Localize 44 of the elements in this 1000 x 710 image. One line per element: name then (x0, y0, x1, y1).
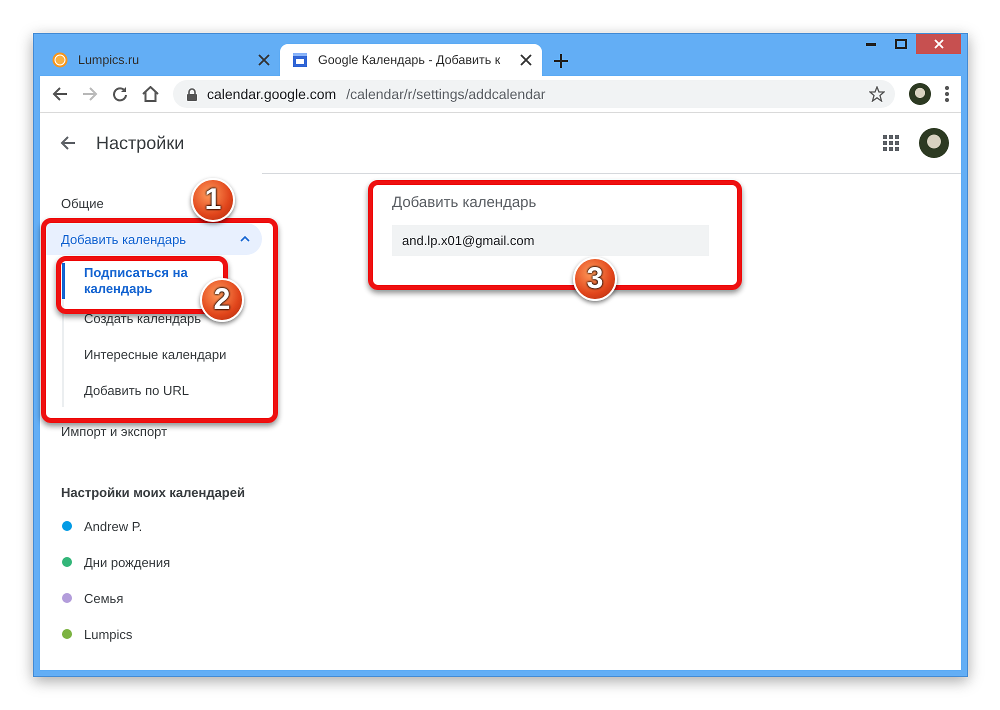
calendar-item[interactable]: Семья (46, 582, 262, 614)
browser-tab[interactable]: Lumpics.ru (40, 44, 280, 76)
profile-avatar[interactable] (919, 128, 949, 158)
back-icon[interactable] (52, 86, 68, 102)
calendar-name: Andrew P. (84, 518, 142, 534)
browser-tab[interactable]: Google Календарь - Добавить к (280, 44, 542, 76)
citrus-icon (52, 52, 68, 68)
address-bar[interactable]: calendar.google.com /calendar/r/settings/addcalendar (173, 80, 895, 108)
url-path: /calendar/r/settings/addcalendar (346, 86, 546, 102)
close-icon (934, 39, 944, 49)
menu-icon[interactable] (945, 86, 949, 102)
new-tab-icon[interactable] (554, 54, 568, 68)
minimize-icon (866, 42, 876, 46)
star-icon[interactable] (869, 86, 885, 102)
calendar-name: Дни рождения (84, 554, 170, 570)
section-title: Настройки моих календарей (60, 484, 246, 502)
sidebar-item[interactable]: Общие (46, 187, 116, 219)
url-host: calendar.google.com (207, 86, 336, 102)
sidebar-subitem[interactable]: Интересные календари (62, 339, 226, 371)
page-title: Настройки (96, 132, 186, 154)
calendar-item[interactable]: Andrew P. (46, 510, 262, 542)
reload-icon[interactable] (112, 86, 128, 102)
calendar-name: Lumpics (84, 626, 132, 642)
calendar-item[interactable]: Дни рождения (46, 546, 262, 578)
sidebar-subitem[interactable]: Добавить по URL (62, 375, 189, 407)
home-icon[interactable] (142, 86, 159, 102)
sidebar-subitem[interactable]: Создать календарь (62, 303, 202, 335)
calendar-icon (292, 52, 308, 68)
input-field[interactable]: and.lp.x01@gmail.com (392, 225, 709, 256)
calendar-item[interactable]: Lumpics (46, 618, 262, 650)
card-title: Добавить календарь (392, 194, 538, 211)
sidebar-subitem[interactable]: Подписаться на календарь (62, 263, 196, 299)
lock-icon (187, 88, 197, 100)
calendar-name: Семья (84, 590, 124, 606)
apps-grid-icon[interactable] (883, 135, 899, 151)
chevron-up-icon (240, 236, 250, 242)
profile-avatar[interactable] (909, 83, 931, 105)
close-icon[interactable] (258, 54, 270, 66)
close-window-button[interactable] (916, 34, 961, 54)
back-icon[interactable] (60, 135, 76, 151)
close-icon[interactable] (520, 54, 532, 66)
maximize-icon (895, 39, 907, 49)
sidebar-item[interactable]: Импорт и экспорт (46, 415, 180, 447)
sidebar-item[interactable]: Добавить календарь (46, 223, 262, 255)
